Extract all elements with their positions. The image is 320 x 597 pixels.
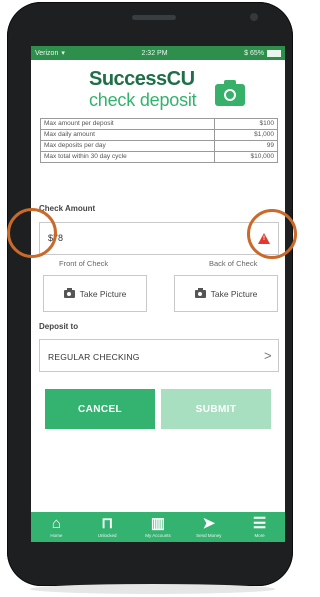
- wifi-icon: ▾: [61, 50, 65, 57]
- camera-icon: [63, 287, 75, 298]
- nav-item-home[interactable]: ⌂ Home: [34, 515, 79, 539]
- take-picture-label: Take Picture: [79, 288, 127, 299]
- phone-shadow: [30, 584, 275, 594]
- battery-icon: [267, 49, 281, 57]
- phone-frame: Verizon ▾ 2:32 PM $ 65% SuccessCU check …: [7, 2, 293, 586]
- back-take-picture-button[interactable]: Take Picture: [174, 275, 278, 312]
- unlock-icon: ⊓: [101, 515, 114, 532]
- limit-value: $1,000: [214, 129, 278, 141]
- logo-subtitle: check deposit: [89, 90, 197, 110]
- table-row: Max deposits per day 99: [40, 140, 278, 152]
- app-logo: SuccessCU check deposit: [89, 68, 249, 110]
- status-bar: Verizon ▾ 2:32 PM $ 65%: [31, 46, 285, 60]
- nav-label: Unlocked: [97, 533, 117, 538]
- home-icon: ⌂: [51, 515, 61, 532]
- limit-label: Max total within 30 day cycle: [40, 151, 215, 163]
- bank-icon: ▥: [150, 515, 166, 532]
- nav-item-accounts[interactable]: ▥ My Accounts: [135, 515, 180, 539]
- table-row: Max daily amount $1,000: [40, 129, 278, 141]
- take-picture-label: Take Picture: [210, 288, 258, 299]
- camera-icon: [194, 287, 206, 298]
- deposit-to-select[interactable]: REGULAR CHECKING >: [39, 339, 279, 372]
- camera-logo-icon: [215, 80, 245, 106]
- deposit-to-label: Deposit to: [39, 322, 79, 331]
- logo-title: SuccessCU: [89, 68, 195, 90]
- check-amount-label: Check Amount: [39, 204, 96, 213]
- bottom-nav: ⌂ Home ⊓ Unlocked ▥ My Accounts ➤ Send M…: [31, 512, 285, 542]
- status-time: 2:32 PM: [141, 49, 168, 57]
- chevron-right-icon: >: [264, 348, 272, 363]
- submit-button[interactable]: SUBMIT: [161, 389, 271, 429]
- nav-label: More: [254, 533, 265, 538]
- limit-value: $10,000: [214, 151, 278, 163]
- limit-label: Max daily amount: [40, 129, 215, 141]
- app-screen: Verizon ▾ 2:32 PM $ 65% SuccessCU check …: [31, 46, 285, 542]
- limit-value: $100: [214, 118, 278, 130]
- phone-camera: [250, 13, 258, 21]
- deposit-account-value: REGULAR CHECKING: [48, 352, 140, 362]
- carrier-label: Verizon: [35, 49, 59, 57]
- nav-item-send-money[interactable]: ➤ Send Money: [186, 515, 231, 539]
- annotation-circle-warning: [247, 209, 297, 259]
- menu-icon: ☰: [252, 515, 267, 532]
- nav-label: My Accounts: [145, 533, 171, 538]
- front-of-check-label: Front of Check: [59, 259, 109, 268]
- battery-label: $ 65%: [244, 49, 264, 57]
- front-take-picture-button[interactable]: Take Picture: [43, 275, 147, 312]
- back-of-check-label: Back of Check: [209, 259, 258, 268]
- table-row: Max total within 30 day cycle $10,000: [40, 151, 278, 163]
- deposit-limits-table: Max amount per deposit $100 Max daily am…: [40, 118, 278, 163]
- nav-item-unlocked[interactable]: ⊓ Unlocked: [85, 515, 130, 539]
- nav-item-more[interactable]: ☰ More: [237, 515, 282, 539]
- limit-label: Max deposits per day: [40, 140, 215, 152]
- limit-label: Max amount per deposit: [40, 118, 215, 130]
- annotation-circle-amount: [7, 208, 57, 258]
- nav-label: Home: [50, 533, 63, 538]
- table-row: Max amount per deposit $100: [40, 118, 278, 130]
- limit-value: 99: [214, 140, 278, 152]
- cancel-button[interactable]: CANCEL: [45, 389, 155, 429]
- nav-label: Send Money: [196, 533, 222, 538]
- check-amount-input[interactable]: $78 !: [39, 222, 279, 255]
- phone-speaker: [132, 15, 176, 20]
- send-icon: ➤: [202, 515, 216, 532]
